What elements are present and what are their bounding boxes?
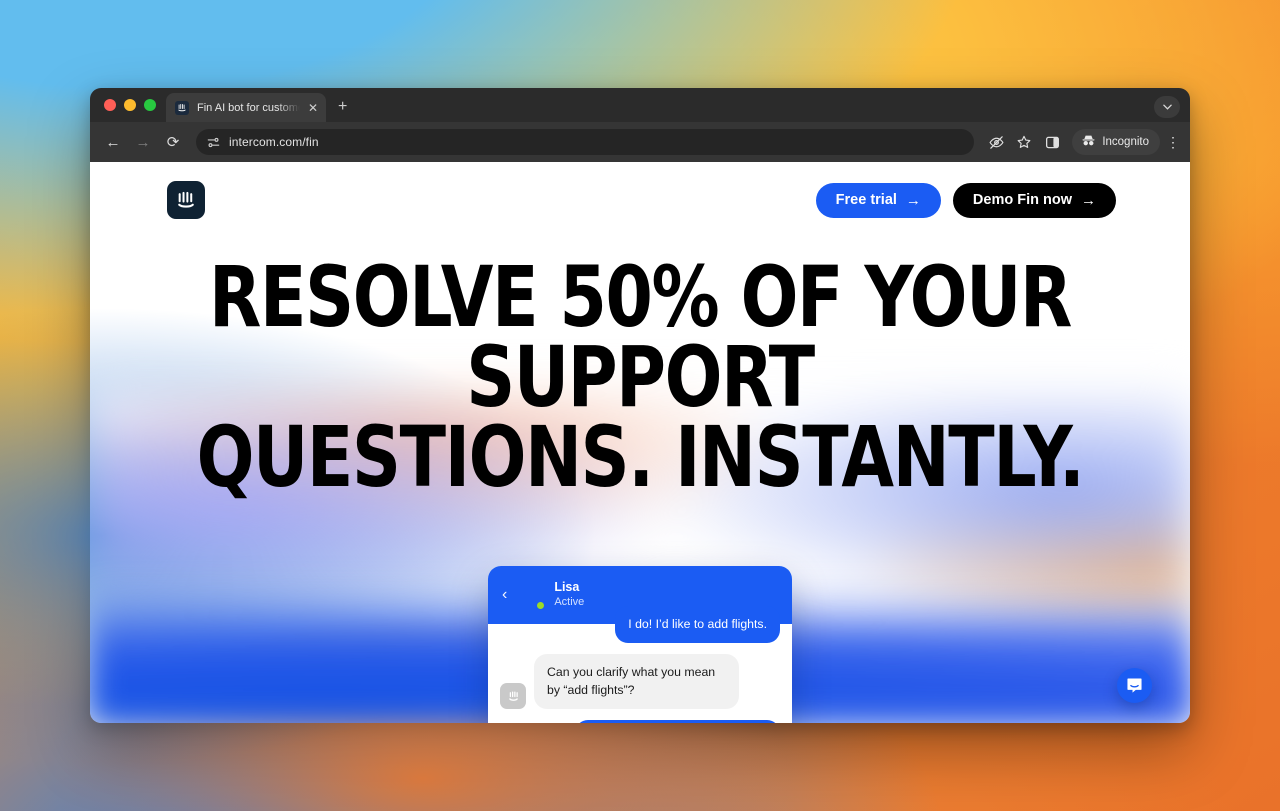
browser-toolbar: ← → ⟳ intercom.com/fin Incognito ⋮: [90, 122, 1190, 162]
headline-line-2: QUESTIONS. INSTANTLY.: [196, 407, 1085, 506]
back-button[interactable]: ←: [100, 129, 126, 155]
webpage-viewport: Free trial → Demo Fin now → RESOLVE 50% …: [90, 162, 1190, 723]
header-cta-group: Free trial → Demo Fin now →: [815, 182, 1116, 218]
site-header: Free trial → Demo Fin now →: [90, 162, 1190, 238]
url-text: intercom.com/fin: [229, 135, 319, 149]
chat-message-user: I do! I’d like to add flights.: [500, 606, 780, 644]
online-dot-icon: [536, 600, 546, 610]
maximize-window-button[interactable]: [144, 99, 156, 111]
profile-incognito-pill[interactable]: Incognito: [1072, 129, 1160, 155]
close-tab-button[interactable]: ✕: [308, 102, 318, 114]
incognito-icon: [1081, 134, 1096, 150]
browser-tab-title: Fin AI bot for customer servic: [197, 101, 300, 114]
window-traffic-lights: [100, 88, 166, 122]
new-tab-button[interactable]: +: [338, 99, 347, 115]
tune-icon[interactable]: [206, 135, 221, 150]
page-headline: RESOLVE 50% OF YOUR SUPPORT QUESTIONS. I…: [145, 255, 1135, 506]
back-chevron-icon[interactable]: ‹: [502, 586, 507, 604]
desktop-wallpaper: Fin AI bot for customer servic ✕ + ← → ⟳: [0, 0, 1280, 811]
message-bubble: I do! I’d like to add flights.: [615, 606, 780, 644]
address-bar[interactable]: intercom.com/fin: [196, 129, 975, 155]
chat-message-list: I do! I’d like to add flights. Can you c…: [488, 606, 792, 723]
arrow-right-icon: →: [905, 191, 921, 209]
free-trial-label: Free trial: [835, 192, 897, 208]
profile-label: Incognito: [1102, 136, 1149, 148]
fin-bot-avatar: [500, 683, 526, 710]
demo-fin-button[interactable]: Demo Fin now →: [952, 182, 1116, 218]
headline-line-1: RESOLVE 50% OF YOUR SUPPORT: [208, 248, 1072, 426]
kebab-menu-icon[interactable]: ⋮: [1164, 134, 1182, 151]
chat-widget: ‹ Lisa Active I do! I’d like to add flig…: [488, 566, 792, 723]
arrow-right-icon: →: [1081, 191, 1096, 209]
message-bubble: I’d also like to book flights for my sta…: [575, 720, 780, 723]
forward-button[interactable]: →: [130, 129, 156, 155]
reload-button[interactable]: ⟳: [160, 129, 186, 155]
chat-agent-name: Lisa: [554, 580, 580, 595]
demo-fin-label: Demo Fin now: [972, 192, 1072, 208]
browser-tab-strip: Fin AI bot for customer servic ✕ +: [90, 88, 1190, 122]
message-bubble: Can you clarify what you mean by “add fl…: [534, 654, 739, 710]
browser-window: Fin AI bot for customer servic ✕ + ← → ⟳: [90, 88, 1190, 723]
intercom-logo[interactable]: [167, 181, 205, 219]
browser-tab[interactable]: Fin AI bot for customer servic ✕: [166, 93, 326, 122]
free-trial-button[interactable]: Free trial →: [815, 182, 941, 218]
lisa-avatar: [517, 582, 546, 610]
chevron-down-icon[interactable]: [1154, 96, 1180, 118]
eye-slash-icon[interactable]: [984, 130, 1008, 154]
close-window-button[interactable]: [104, 99, 116, 111]
intercom-favicon-icon: [175, 100, 189, 115]
minimize-window-button[interactable]: [124, 99, 136, 111]
intercom-messenger-icon[interactable]: [1117, 668, 1152, 703]
chat-message-user: I’d also like to book flights for my sta…: [500, 720, 780, 723]
side-panel-icon[interactable]: [1040, 130, 1064, 154]
star-icon[interactable]: [1012, 130, 1036, 154]
chat-message-bot: Can you clarify what you mean by “add fl…: [500, 654, 780, 710]
